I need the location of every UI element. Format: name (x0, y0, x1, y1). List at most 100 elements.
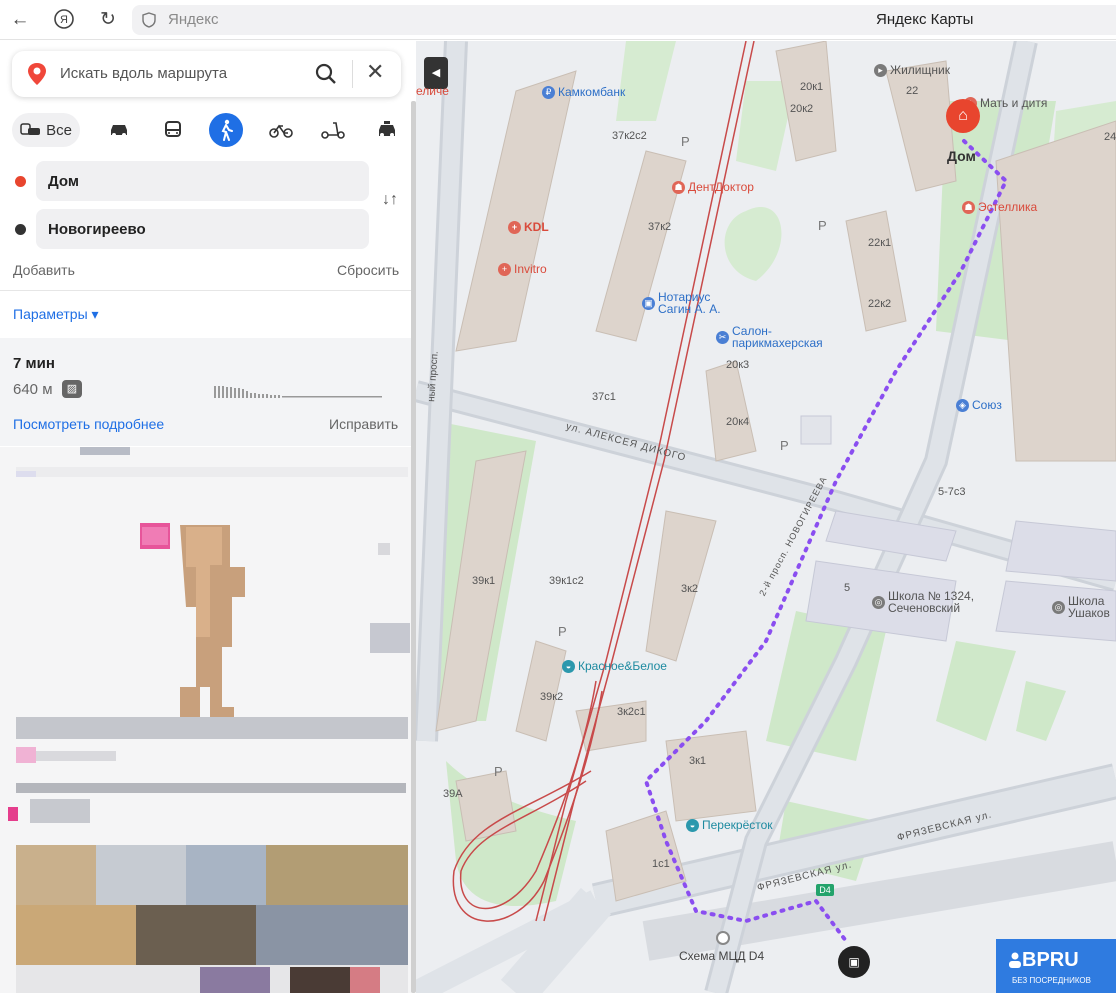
map-canvas[interactable]: ◀ ул. АЛЕКСЕЯ ДИКОГО 2-й просп. НОВОГИРЕ… (416, 41, 1116, 993)
poi-notarius[interactable]: ▣ Нотариус Сагин А. А. (642, 291, 721, 315)
building-number: 22к2 (868, 298, 892, 310)
home-label: Дом (947, 148, 976, 164)
address-bar[interactable]: Яндекс Яндекс Карты (132, 5, 1116, 35)
school-icon: ◎ (872, 595, 885, 609)
building-number: 22к1 (868, 237, 892, 249)
poi-estellika[interactable]: ☗ Эстеллика (962, 200, 1037, 214)
route-sidebar: Искать вдоль маршрута ✕ Все Дом Новогире… (0, 41, 416, 993)
poi-school-1324[interactable]: ◎ Школа № 1324, Сеченовский (872, 590, 974, 614)
browser-toolbar: ← Я ↻ Яндекс Яндекс Карты (0, 0, 1116, 40)
building-number: 20к4 (726, 416, 750, 428)
route-card[interactable]: 7 мин 640 м ▨ Посмотреть подробнее Испра… (0, 338, 412, 446)
school-icon: ◎ (1052, 600, 1065, 614)
badge-name: BPRU (1022, 949, 1079, 971)
mcd-d4-badge: D4 (816, 884, 834, 896)
poi-kdl[interactable]: + KDL (508, 220, 549, 234)
location-pin-icon (28, 63, 46, 85)
transport-modes: Все (12, 113, 404, 149)
route-distance: 640 м (13, 381, 53, 398)
parking-icon: P (780, 438, 789, 453)
bike-icon[interactable] (266, 113, 296, 147)
car-icon[interactable] (104, 113, 134, 147)
swap-points-icon[interactable]: ↓↑ (382, 191, 398, 209)
building-number: 22 (906, 85, 919, 97)
building-number: 39к1с2 (549, 575, 584, 587)
building-number: 37с1 (592, 391, 616, 403)
close-icon[interactable]: ✕ (366, 59, 384, 85)
shop-icon: ◈ (956, 398, 969, 412)
mode-all-button[interactable]: Все (12, 113, 80, 147)
poi-zhilishnik[interactable]: ▸ Жилищник (874, 63, 950, 77)
to-field[interactable]: Новогиреево (36, 209, 369, 249)
poi-kamkombank[interactable]: ₽ Камкомбанк (542, 85, 625, 99)
address-host: Яндекс (168, 11, 219, 28)
poi-salon[interactable]: ✂ Салон- парикмахерская (716, 325, 823, 349)
params-dropdown[interactable]: Параметры ▾ (13, 306, 99, 323)
building-number: 39к2 (540, 691, 564, 703)
add-point-link[interactable]: Добавить (13, 262, 75, 278)
home-pin-icon[interactable]: ⌂ (946, 99, 980, 133)
search-input[interactable]: Искать вдоль маршрута (60, 65, 227, 82)
building-number: 39А (443, 788, 463, 800)
route-time: 7 мин (13, 355, 55, 372)
poi-soyuz[interactable]: ◈ Союз (956, 398, 1002, 412)
shopping-basket-icon: ◒ (562, 659, 575, 673)
parking-icon: P (558, 624, 567, 639)
poi-dent-doctor[interactable]: ☗ ДентДоктор (672, 180, 754, 194)
parking-icon: P (681, 134, 690, 149)
reset-link[interactable]: Сбросить (337, 262, 399, 278)
building-number: 20к1 (800, 81, 824, 93)
ad-image (0, 447, 412, 993)
reload-icon[interactable]: ↻ (96, 8, 120, 32)
mcd-scheme-label[interactable]: Схема МЦД D4 (679, 949, 764, 963)
multi-transport-icon (20, 123, 41, 135)
parking-icon: P (818, 218, 827, 233)
building-number: 20к3 (726, 359, 750, 371)
poi-school-2[interactable]: ◎ Школа Ушаков (1052, 595, 1110, 619)
poi-partial-label: еличе (416, 84, 449, 98)
parking-icon: P (494, 764, 503, 779)
building-number: 39к1 (472, 575, 496, 587)
yandex-icon[interactable]: Я (52, 8, 76, 32)
building-number: 24 (1104, 131, 1116, 143)
search-icon[interactable] (314, 62, 338, 86)
building-number: 3к2с1 (617, 706, 646, 718)
building-number: 5 (844, 582, 851, 594)
route-details-link[interactable]: Посмотреть подробнее (13, 416, 164, 432)
tooth-icon: ☗ (962, 200, 975, 214)
poi-perekrestok[interactable]: ◒ Перекрёсток (686, 818, 773, 832)
shield-icon (142, 12, 156, 28)
elevation-profile (214, 386, 382, 398)
route-search-box[interactable]: Искать вдоль маршрута ✕ (12, 51, 401, 97)
route-fix-link[interactable]: Исправить (329, 416, 398, 432)
bus-stop-pin-icon[interactable]: ▣ (838, 946, 870, 978)
walk-icon[interactable] (209, 113, 243, 147)
ad-banner[interactable] (0, 447, 412, 993)
map-layer (416, 41, 1116, 993)
stairs-icon: ▨ (62, 380, 82, 398)
from-field[interactable]: Дом (36, 161, 369, 201)
medical-icon: + (508, 220, 521, 234)
badge-tagline: БЕЗ ПОСРЕДНИКОВ (1012, 976, 1091, 985)
bank-icon: ₽ (542, 85, 555, 99)
office-icon: ▸ (874, 63, 887, 77)
briefcase-icon: ▣ (642, 296, 655, 310)
building-number: 37к2 (648, 221, 672, 233)
arrow-left-icon[interactable]: ← (8, 8, 32, 32)
medical-icon: + (498, 262, 511, 276)
poi-invitro[interactable]: + Invitro (498, 262, 547, 276)
scooter-icon[interactable] (318, 113, 348, 147)
shopping-basket-icon: ◒ (686, 818, 699, 832)
tooth-icon: ☗ (672, 180, 685, 194)
watermark-badge: BPRU БЕЗ ПОСРЕДНИКОВ (996, 939, 1116, 993)
building-number: 1с1 (652, 858, 670, 870)
poi-krasnoe-beloe[interactable]: ◒ Красное&Белое (562, 659, 667, 673)
to-dot-icon (15, 224, 26, 235)
route-point-to: Новогиреево (12, 209, 369, 249)
taxi-icon[interactable] (372, 113, 402, 147)
route-point-from: Дом (12, 161, 369, 201)
building-number: 5-7с3 (938, 486, 966, 498)
bus-icon[interactable] (158, 113, 188, 147)
svg-text:Я: Я (60, 14, 68, 26)
building-number: 37к2с2 (612, 130, 647, 142)
